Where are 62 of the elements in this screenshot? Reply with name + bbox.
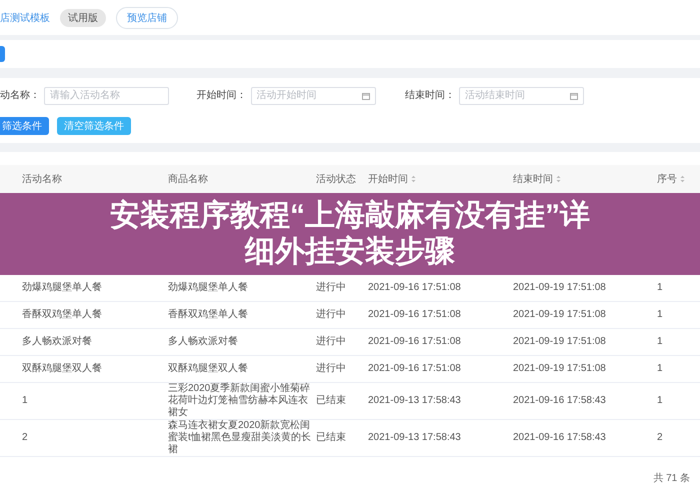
table-cell-text: 已结束 xyxy=(316,395,347,407)
table-cell-text: 双酥鸡腿堡双人餐 xyxy=(22,363,103,375)
table-cell-text: 1 xyxy=(657,336,664,348)
table-cell-text: 1 xyxy=(657,282,664,294)
table-cell-text: 进行中 xyxy=(316,282,347,294)
sort-icon[interactable] xyxy=(556,175,561,183)
calendar-icon xyxy=(570,92,578,100)
table-cell-text: 2021-09-19 17:51:08 xyxy=(513,282,607,294)
preview-store-button[interactable]: 预览店铺 xyxy=(116,6,178,28)
add-button[interactable] xyxy=(0,46,5,62)
column-header: 活动状态 xyxy=(316,172,357,186)
field-label: 结束时间： xyxy=(405,88,456,102)
filter-button[interactable]: 筛选条件 xyxy=(0,116,49,134)
table-cell-text: 2021-09-16 17:51:08 xyxy=(368,282,462,294)
table-cell-text: 1 xyxy=(657,395,664,407)
table-cell-text: 2021-09-16 17:58:43 xyxy=(513,432,607,444)
sort-icon[interactable] xyxy=(411,175,416,183)
clear-filter-button[interactable]: 清空筛选条件 xyxy=(57,116,131,134)
table-cell-text: 2021-09-19 17:51:08 xyxy=(513,363,607,375)
table-cell-text: 三彩2020夏季新款闺蜜小雏菊碎花荷叶边灯笼袖雪纺赫本风连衣裙女 xyxy=(168,383,312,419)
table-cell-text: 1 xyxy=(657,309,664,321)
table-cell-text: 香酥双鸡堡单人餐 xyxy=(22,309,103,321)
table-cell-text: 2021-09-16 17:51:08 xyxy=(368,363,462,375)
date-field[interactable]: 活动结束时间 xyxy=(459,86,584,104)
template-link[interactable]: 店测试模板 xyxy=(0,10,50,24)
banner-title: 细外挂安装步骤 xyxy=(245,234,455,270)
column-header[interactable]: 结束时间 xyxy=(513,172,657,186)
table-cell-text: 2 xyxy=(657,432,664,444)
table-cell-text: 双酥鸡腿堡双人餐 xyxy=(168,363,249,375)
table-cell-text: 森马连衣裙女夏2020新款宽松闺蜜装t恤裙黑色显瘦甜美淡黄的长裙 xyxy=(168,420,312,456)
column-header[interactable]: 开始时间 xyxy=(368,172,513,186)
table-cell-text: 2021-09-13 17:58:43 xyxy=(368,395,462,407)
table-cell-text: 香酥双鸡堡单人餐 xyxy=(168,309,249,321)
input-field[interactable]: 请输入活动名称 xyxy=(44,86,169,104)
table-cell-text: 进行中 xyxy=(316,336,347,348)
table-cell-text: 2021-09-16 17:51:08 xyxy=(368,336,462,348)
banner-title: 安装程序教程“上海敲麻有没有挂”详 xyxy=(110,198,590,234)
date-field[interactable]: 活动开始时间 xyxy=(250,86,376,104)
table-cell-text: 2021-09-16 17:51:08 xyxy=(368,309,462,321)
field-label: 动名称： xyxy=(0,88,40,102)
table-cell-text: 2021-09-19 17:51:08 xyxy=(513,309,607,321)
table-cell-text: 1 xyxy=(657,363,664,375)
field-label: 开始时间： xyxy=(196,88,247,102)
table-cell-text: 1 xyxy=(22,395,29,407)
table-cell-text: 劲爆鸡腿堡单人餐 xyxy=(22,282,103,294)
total-count: 共 71 条 xyxy=(653,472,690,485)
sort-icon[interactable] xyxy=(680,175,685,183)
column-header: 活动名称 xyxy=(22,173,63,186)
column-header: 商品名称 xyxy=(168,172,209,186)
table-cell-text: 2021-09-16 17:58:43 xyxy=(513,395,607,407)
table-cell-text: 进行中 xyxy=(316,309,347,321)
table-cell-text: 进行中 xyxy=(316,363,347,375)
table-cell-text: 2 xyxy=(22,432,29,444)
column-header[interactable]: 序号 xyxy=(657,172,700,186)
table-cell-text: 2021-09-13 17:58:43 xyxy=(368,432,462,444)
table-cell-text: 多人畅欢派对餐 xyxy=(168,336,239,348)
calendar-icon xyxy=(362,92,370,100)
table-cell-text: 已结束 xyxy=(316,432,347,444)
table-cell-text: 多人畅欢派对餐 xyxy=(22,336,93,348)
trial-tag: 试用版 xyxy=(60,8,106,26)
table-cell-text: 劲爆鸡腿堡单人餐 xyxy=(168,282,249,294)
table-cell-text: 2021-09-19 17:51:08 xyxy=(513,336,607,348)
